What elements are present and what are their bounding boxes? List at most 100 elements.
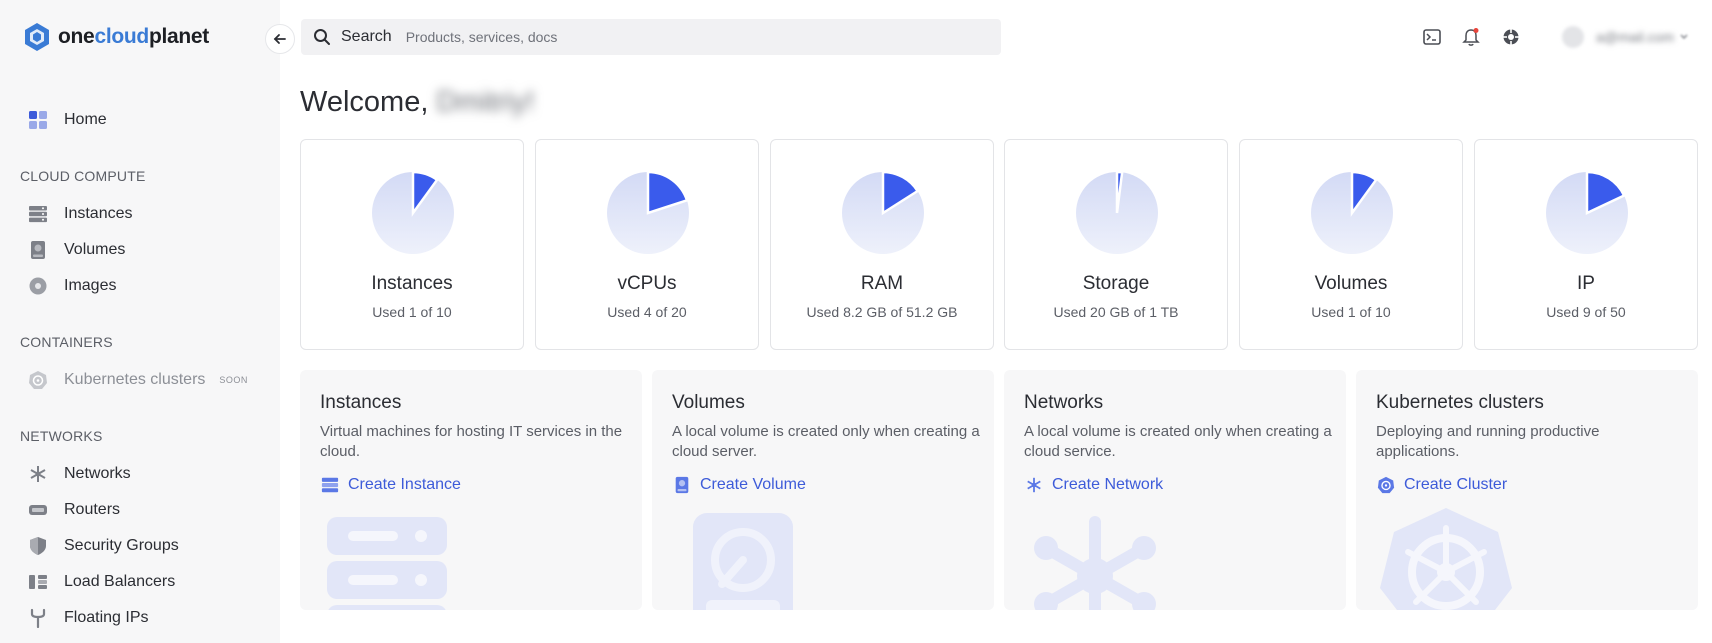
notifications-button[interactable] xyxy=(1460,26,1482,48)
card-title: Instances xyxy=(320,392,402,413)
server-icon xyxy=(28,204,48,224)
sidebar-item-label: Kubernetes clusters xyxy=(64,371,206,388)
sidebar-item-load-balancers[interactable]: Load Balancers xyxy=(28,568,175,596)
sidebar-item-networks[interactable]: Networks xyxy=(28,460,131,488)
sidebar-item-instances[interactable]: Instances xyxy=(28,200,132,228)
console-button[interactable] xyxy=(1421,26,1443,48)
sidebar-item-label: Load Balancers xyxy=(64,573,176,590)
quota-card-ram: RAM Used 8.2 GB of 51.2 GB xyxy=(770,139,994,350)
logo-icon xyxy=(25,23,49,51)
arrow-left-icon xyxy=(273,34,286,44)
quota-name: IP xyxy=(1577,273,1595,294)
create-cluster-link[interactable]: Create Cluster xyxy=(1376,475,1507,495)
quota-name: Storage xyxy=(1082,273,1150,294)
card-title: Kubernetes clusters xyxy=(1376,392,1544,413)
disk-illustration xyxy=(693,513,793,610)
dashboard-icon xyxy=(28,110,48,130)
page-title: Welcome, Dmitriy! xyxy=(300,86,535,119)
logo-text: onecloudplanet xyxy=(58,25,209,48)
quota-usage: Used 1 of 10 xyxy=(1311,304,1391,320)
disk-icon xyxy=(672,475,692,495)
sidebar-item-images[interactable]: Images xyxy=(28,272,116,300)
search-bar[interactable]: Search xyxy=(301,19,1001,55)
search-input[interactable] xyxy=(405,29,906,45)
chevron-down-icon xyxy=(1680,34,1688,39)
create-volume-link[interactable]: Create Volume xyxy=(672,475,806,495)
service-card-instances: Instances Virtual machines for hosting I… xyxy=(300,370,642,610)
usage-pie-chart xyxy=(607,171,689,254)
network-illustration xyxy=(1034,516,1156,610)
sidebar-item-label: Instances xyxy=(64,205,133,222)
terminal-icon xyxy=(1423,29,1441,45)
network-icon xyxy=(1024,475,1044,495)
section-networks: NETWORKS xyxy=(20,428,103,444)
service-card-networks: Networks A local volume is created only … xyxy=(1004,370,1346,610)
image-disc-icon xyxy=(28,276,48,296)
sidebar-item-label: Floating IPs xyxy=(64,609,149,626)
search-icon xyxy=(314,29,330,45)
sidebar-item-routers[interactable]: Routers xyxy=(28,496,120,524)
quota-usage: Used 9 of 50 xyxy=(1546,304,1626,320)
sidebar-item-security-groups[interactable]: Security Groups xyxy=(28,532,179,560)
quota-card-storage: Storage Used 20 GB of 1 TB xyxy=(1004,139,1228,350)
bell-icon xyxy=(1462,28,1480,46)
quota-name: RAM xyxy=(860,273,904,294)
usage-pie-chart xyxy=(842,171,924,254)
kubernetes-icon xyxy=(1376,475,1396,495)
create-network-link[interactable]: Create Network xyxy=(1024,475,1163,495)
floating-ip-icon xyxy=(28,608,48,628)
card-title: Networks xyxy=(1024,392,1104,413)
sidebar-item-home[interactable]: Home xyxy=(28,106,107,134)
disk-icon xyxy=(28,240,48,260)
link-label: Create Cluster xyxy=(1404,476,1508,493)
sidebar-item-label: Routers xyxy=(64,501,121,518)
link-label: Create Volume xyxy=(700,476,806,493)
server-illustration xyxy=(327,517,447,610)
link-label: Create Instance xyxy=(348,476,461,493)
user-menu[interactable]: a@mail.com xyxy=(1562,26,1688,48)
card-title: Volumes xyxy=(672,392,745,413)
card-description: Virtual machines for hosting IT services… xyxy=(320,423,623,460)
quota-usage: Used 20 GB of 1 TB xyxy=(1053,304,1179,320)
support-button[interactable] xyxy=(1500,26,1522,48)
quota-usage: Used 1 of 10 xyxy=(372,304,452,320)
router-icon xyxy=(28,500,48,520)
service-card-volumes: Volumes A local volume is created only w… xyxy=(652,370,994,610)
collapse-sidebar-button[interactable] xyxy=(265,24,295,54)
quota-name: Volumes xyxy=(1314,273,1388,294)
usage-pie-chart xyxy=(1076,171,1158,254)
quota-card-volumes: Volumes Used 1 of 10 xyxy=(1239,139,1463,350)
logo[interactable]: onecloudplanet xyxy=(24,22,209,52)
usage-pie-chart xyxy=(372,171,454,254)
network-icon xyxy=(28,464,48,484)
soon-badge: SOON xyxy=(219,375,248,385)
quota-card-vcpus: vCPUs Used 4 of 20 xyxy=(535,139,759,350)
create-instance-link[interactable]: Create Instance xyxy=(320,475,461,495)
sidebar: onecloudplanet Home CLOUD COMPUTE Instan… xyxy=(0,0,280,643)
search-label: Search xyxy=(341,28,392,45)
quota-usage: Used 4 of 20 xyxy=(607,304,687,320)
quota-card-ip: IP Used 9 of 50 xyxy=(1474,139,1698,350)
usage-pie-chart xyxy=(1311,171,1393,254)
card-description: A local volume is created only when crea… xyxy=(1024,423,1332,460)
service-card-kubernetes: Kubernetes clusters Deploying and runnin… xyxy=(1356,370,1698,610)
sidebar-item-floating-ips[interactable]: Floating IPs xyxy=(28,604,148,632)
welcome-greeting: Welcome, xyxy=(300,86,429,118)
quota-name: Instances xyxy=(371,273,453,294)
card-description: A local volume is created only when crea… xyxy=(672,423,980,460)
user-name: Dmitriy! xyxy=(436,86,535,118)
sidebar-item-label: Security Groups xyxy=(64,537,179,554)
sidebar-item-label: Networks xyxy=(64,465,131,482)
section-containers: CONTAINERS xyxy=(20,334,113,350)
server-icon xyxy=(320,475,340,495)
quota-card-instances: Instances Used 1 of 10 xyxy=(300,139,524,350)
sidebar-item-label: Home xyxy=(64,111,107,128)
quota-usage: Used 8.2 GB of 51.2 GB xyxy=(806,304,958,320)
card-description: Deploying and running productive applica… xyxy=(1376,423,1600,460)
kubernetes-illustration xyxy=(1380,508,1512,610)
sidebar-item-volumes[interactable]: Volumes xyxy=(28,236,125,264)
sidebar-item-kubernetes[interactable]: Kubernetes clusters SOON xyxy=(28,366,248,394)
avatar xyxy=(1562,26,1584,48)
kubernetes-icon xyxy=(28,370,48,390)
shield-icon xyxy=(28,536,48,556)
